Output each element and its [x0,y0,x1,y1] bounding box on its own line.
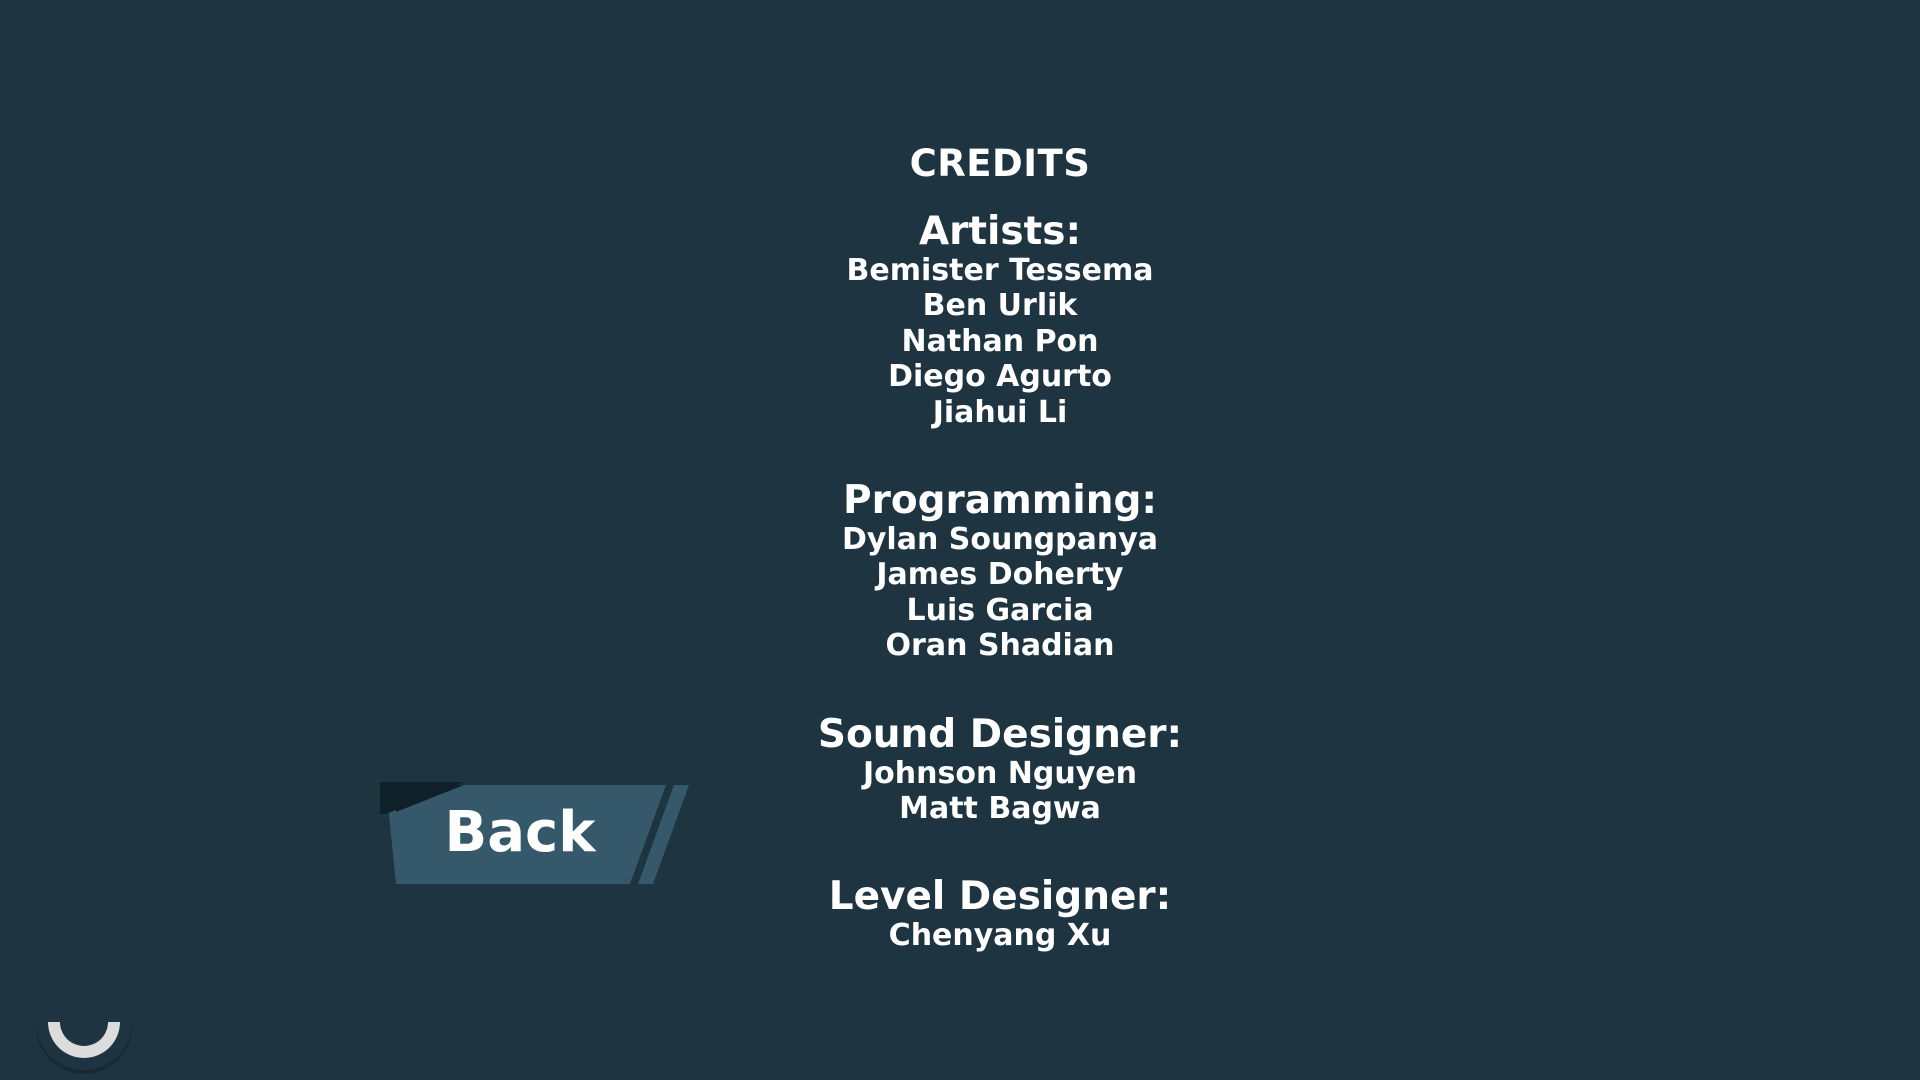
credit-name: Jiahui Li [932,394,1068,430]
credits-panel: CREDITS Artists: Bemister Tessema Ben Urli… [700,142,1300,954]
credit-name: Ben Urlik [922,288,1078,324]
credit-section: Sound Designer: Johnson Nguyen Matt Bagwa [700,711,1300,827]
credit-name: Dylan Soungpanya [841,522,1159,558]
credit-section-heading: Sound Designer: [817,711,1183,757]
credit-name: Bemister Tessema [846,253,1154,288]
credit-name: Nathan Pon [901,323,1099,359]
loading-spinner-icon [34,1000,134,1080]
credit-name: Oran Shadian [885,628,1115,664]
credit-section: Artists: Bemister Tessema Ben Urlik Nathan … [700,211,1300,430]
credit-section: Level Designer: Chenyang Xu [700,874,1300,954]
credits-title: CREDITS [909,142,1091,185]
credit-name: Chenyang Xu [888,918,1112,954]
credit-name: Johnson Nguyen [863,755,1137,791]
credit-name: Luis Garcia [906,592,1094,628]
credit-section-heading: Artists: [918,209,1082,254]
credit-name: Matt Bagwa [899,791,1101,827]
credit-name: James Doherty [876,557,1124,593]
credit-section-heading: Level Designer: [828,874,1172,920]
credit-name: Diego Agurto [888,359,1112,395]
credit-section-heading: Programming: [843,478,1157,524]
credit-sections: Artists: Bemister Tessema Ben Urlik Nathan … [700,211,1300,954]
credit-section: Programming: Dylan Soungpanya James Dohert… [700,480,1300,664]
back-button[interactable]: Back [380,782,692,886]
back-button-label: Back [444,800,596,865]
